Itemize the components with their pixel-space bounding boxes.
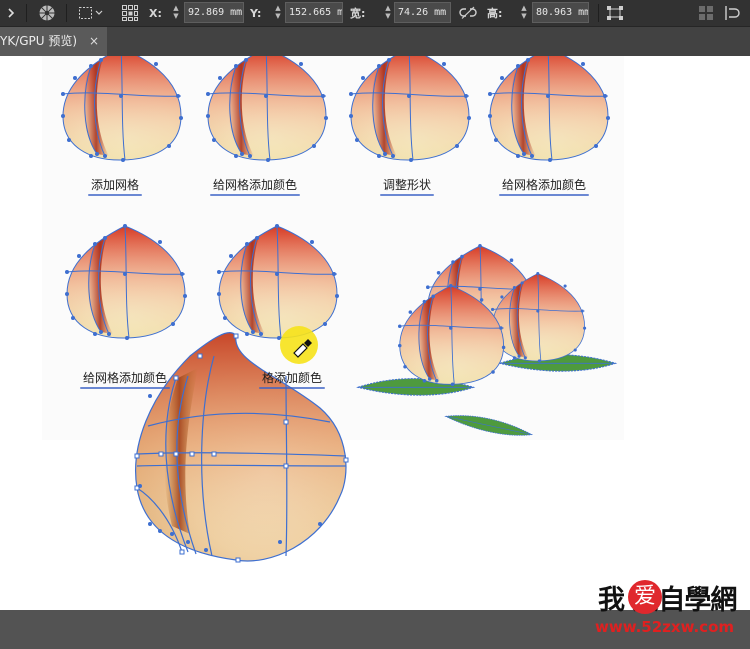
reference-point-icon[interactable] — [121, 0, 139, 26]
panel-expand-icon[interactable] — [6, 0, 16, 26]
caption-color-mesh-2: 给网格添加颜色 — [499, 176, 590, 196]
watermark-url: www.52zxw.com — [595, 618, 735, 636]
width-field[interactable]: 74.26 mm — [394, 2, 451, 23]
height-label: 高: — [487, 7, 503, 20]
peach-row1-2 — [206, 56, 328, 162]
recolor-icon[interactable] — [38, 0, 56, 26]
big-peach — [134, 332, 349, 563]
x-stepper[interactable]: ▲ ▼ — [172, 4, 180, 21]
peach-row1-1 — [61, 56, 183, 162]
y-field[interactable]: 152.665 m — [285, 2, 343, 23]
artboard-canvas[interactable]: 添加网格 给网格添加颜色 调整形状 给网格添加颜色 给网格添加颜色 格添加颜色 — [0, 56, 750, 610]
caption-color-mesh-1: 给网格添加颜色 — [210, 176, 301, 196]
height-field[interactable]: 80.963 mm — [532, 2, 589, 23]
peach-row2-2 — [217, 224, 339, 340]
peach-row2-1 — [65, 224, 187, 340]
cursor-highlight — [280, 326, 318, 364]
transform-icon[interactable] — [606, 0, 624, 26]
y-stepper[interactable]: ▲ ▼ — [274, 4, 282, 21]
caption-color-mesh-4: 格添加颜色 — [259, 369, 326, 389]
transform-reference-icon[interactable] — [78, 0, 104, 26]
distribute-icon[interactable] — [724, 0, 740, 26]
close-tab-icon[interactable]: × — [89, 27, 99, 56]
toolbar-divider — [598, 4, 599, 22]
artwork — [61, 56, 617, 563]
y-label: Y: — [250, 6, 262, 20]
peach-row1-4 — [488, 56, 610, 162]
caption-add-mesh: 添加网格 — [88, 176, 143, 196]
document-tab-bar: YK/GPU 预览) × — [0, 27, 750, 56]
caption-color-mesh-3: 给网格添加颜色 — [80, 369, 171, 389]
watermark-title: 我 爱自學網 — [598, 585, 737, 616]
width-stepper[interactable]: ▲ ▼ — [384, 4, 392, 21]
document-tab[interactable]: YK/GPU 预览) × — [0, 27, 107, 56]
width-label: 宽: — [350, 7, 366, 20]
height-stepper[interactable]: ▲ ▼ — [520, 4, 528, 21]
peach-cluster — [357, 244, 617, 441]
watermark-heart-icon: 爱 — [628, 580, 662, 614]
peach-row1-3 — [349, 56, 471, 162]
toolbar-divider — [26, 4, 27, 22]
document-tab-title: YK/GPU 预览) — [0, 34, 78, 48]
align-grid-icon[interactable] — [699, 0, 713, 26]
link-proportions-icon[interactable] — [459, 0, 477, 26]
caption-adjust-shape: 调整形状 — [380, 176, 435, 196]
watermark: 我 爱自學網 爱 www.52zxw.com — [595, 574, 750, 644]
x-label: X: — [149, 6, 162, 20]
control-bar: X: ▲ ▼ 92.869 mm Y: ▲ ▼ 152.665 m 宽: ▲ ▼ 74… — [0, 0, 750, 27]
toolbar-divider — [66, 4, 67, 22]
x-field[interactable]: 92.869 mm — [184, 2, 244, 23]
